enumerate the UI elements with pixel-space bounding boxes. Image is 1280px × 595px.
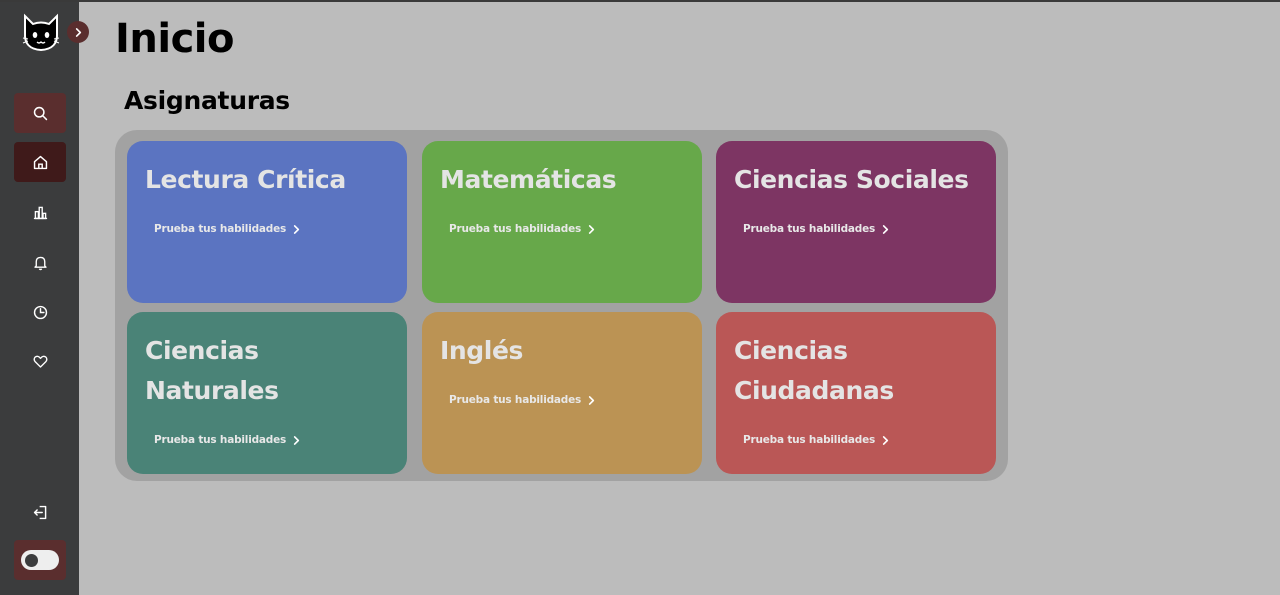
expand-sidebar-button[interactable] — [67, 21, 89, 43]
card-link[interactable]: Prueba tus habilidades — [449, 223, 596, 235]
nav-home[interactable] — [14, 142, 66, 182]
chevron-right-icon — [293, 435, 300, 445]
chevron-right-icon — [75, 27, 81, 37]
subject-card-ciencias-sociales[interactable]: Ciencias Sociales Prueba tus habilidades — [716, 141, 996, 303]
nav-notifications[interactable] — [14, 242, 66, 282]
search-icon — [33, 106, 47, 120]
chevron-right-icon — [293, 224, 300, 234]
section-title: Asignaturas — [124, 86, 290, 115]
theme-toggle-container — [14, 540, 66, 580]
nav-stats[interactable] — [14, 192, 66, 232]
chevron-right-icon — [588, 224, 595, 234]
chevron-right-icon — [882, 224, 889, 234]
home-icon — [33, 155, 47, 169]
page-title: Inicio — [115, 16, 234, 62]
toggle-icon[interactable] — [21, 550, 59, 570]
logout-icon — [33, 505, 46, 519]
card-title: Matemáticas — [440, 165, 617, 194]
toggle-knob — [25, 554, 38, 567]
subject-card-ciencias-ciudadanas[interactable]: Ciencias Ciudadanas Prueba tus habilidad… — [716, 312, 996, 474]
nav-history[interactable] — [14, 292, 66, 332]
card-link[interactable]: Prueba tus habilidades — [154, 223, 301, 235]
logout-button[interactable] — [14, 492, 66, 532]
nav-favorites[interactable] — [14, 341, 66, 381]
bell-icon — [33, 256, 47, 270]
chevron-right-icon — [588, 395, 595, 405]
heart-icon — [33, 355, 47, 368]
search-button[interactable] — [14, 93, 66, 133]
subject-card-ciencias-naturales[interactable]: Ciencias Naturales Prueba tus habilidade… — [127, 312, 407, 474]
card-title: Ciencias Naturales — [145, 336, 279, 405]
card-title: Ciencias Sociales — [734, 165, 969, 194]
card-link[interactable]: Prueba tus habilidades — [743, 223, 890, 235]
clock-icon — [33, 305, 47, 319]
card-title: Inglés — [440, 336, 524, 365]
subject-card-lectura-critica[interactable]: Lectura Crítica Prueba tus habilidades — [127, 141, 407, 303]
subjects-grid: Lectura Crítica Prueba tus habilidades M… — [115, 130, 1008, 481]
card-title: Ciencias Ciudadanas — [734, 336, 894, 405]
subject-card-ingles[interactable]: Inglés Prueba tus habilidades — [422, 312, 702, 474]
subject-card-matematicas[interactable]: Matemáticas Prueba tus habilidades — [422, 141, 702, 303]
card-title: Lectura Crítica — [145, 165, 346, 194]
card-link[interactable]: Prueba tus habilidades — [449, 394, 596, 406]
card-link[interactable]: Prueba tus habilidades — [154, 434, 301, 446]
bar-chart-icon — [33, 206, 47, 219]
sidebar — [0, 2, 89, 595]
cat-logo-icon[interactable] — [22, 13, 60, 53]
card-link[interactable]: Prueba tus habilidades — [743, 434, 890, 446]
chevron-right-icon — [882, 435, 889, 445]
